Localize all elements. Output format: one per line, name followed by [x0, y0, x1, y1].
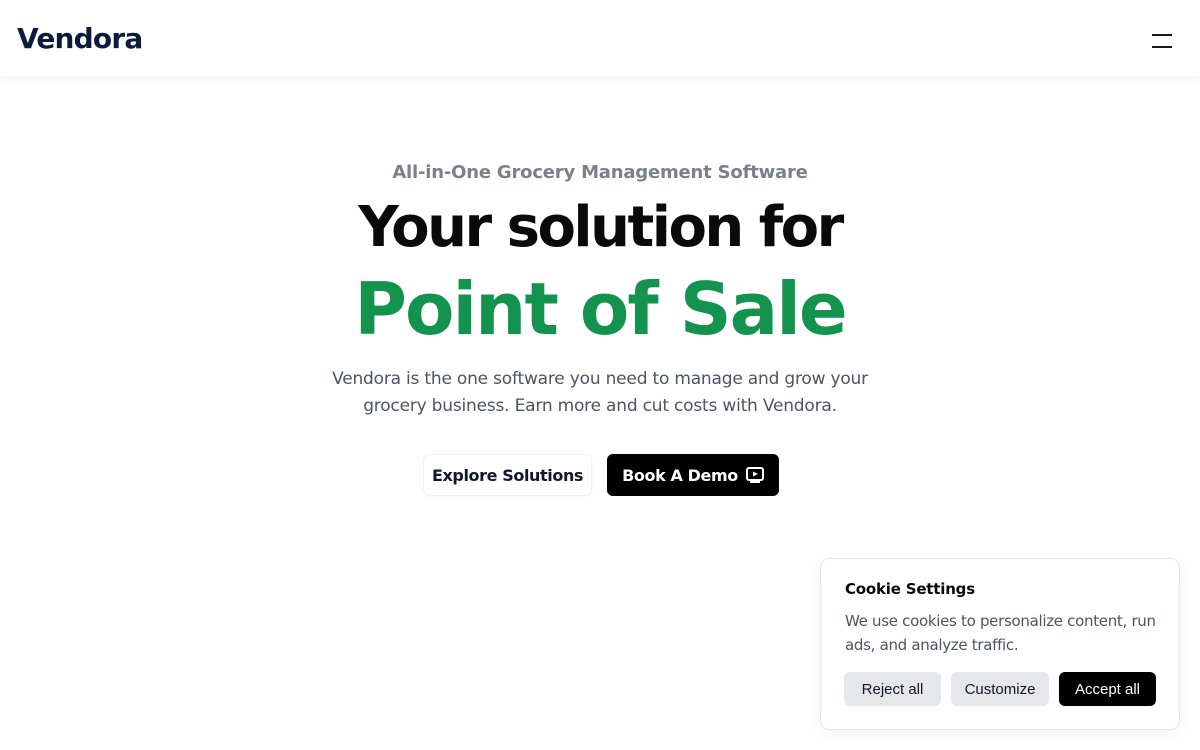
book-demo-button[interactable]: Book A Demo — [607, 454, 779, 496]
explore-solutions-button[interactable]: Explore Solutions — [423, 454, 592, 496]
site-header: Vendora — [0, 0, 1200, 76]
hero-headline: Your solution for — [358, 195, 844, 260]
accept-all-button[interactable]: Accept all — [1059, 672, 1156, 706]
hero-eyebrow: All-in-One Grocery Management Software — [392, 162, 808, 183]
book-demo-label: Book A Demo — [622, 465, 738, 485]
hamburger-menu-icon — [1152, 34, 1172, 48]
cookie-title: Cookie Settings — [845, 580, 975, 598]
reject-all-button[interactable]: Reject all — [844, 672, 941, 706]
vendora-logo[interactable]: Vendora — [17, 22, 143, 56]
hero-description: Vendora is the one software you need to … — [332, 369, 868, 416]
cookie-settings-banner: Cookie Settings We use cookies to person… — [820, 558, 1180, 730]
customize-button[interactable]: Customize — [951, 672, 1049, 706]
menu-button[interactable] — [1152, 26, 1180, 52]
hero-headline-accent: Point of Sale — [354, 267, 847, 351]
play-video-icon — [745, 467, 764, 483]
cookie-description: We use cookies to personalize content, r… — [845, 612, 1156, 654]
